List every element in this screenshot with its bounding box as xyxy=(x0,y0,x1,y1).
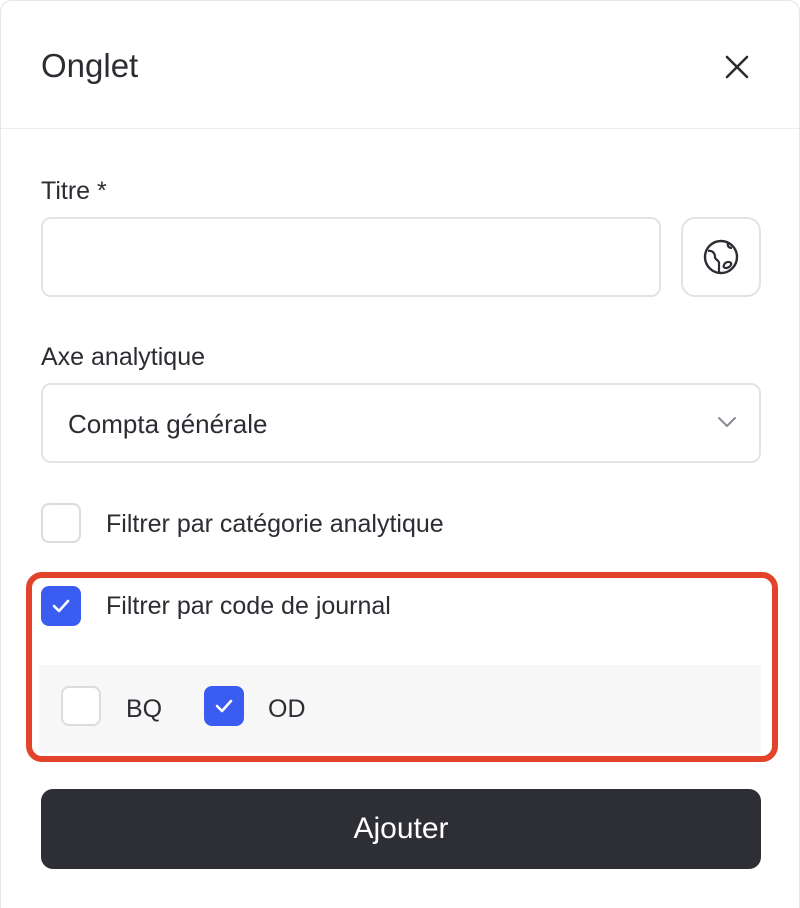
journal-code-label-bq[interactable]: BQ xyxy=(126,693,162,725)
chevron-down-icon xyxy=(718,417,736,427)
checkmark-icon xyxy=(215,699,233,713)
filter-journal-checkbox[interactable] xyxy=(41,586,81,626)
journal-code-checkbox-od[interactable] xyxy=(204,686,244,726)
close-icon xyxy=(725,55,749,79)
dialog-title: Onglet xyxy=(41,47,139,84)
journal-codes-panel: BQ OD xyxy=(39,665,761,753)
globe-icon xyxy=(703,239,739,275)
translate-button[interactable] xyxy=(681,217,761,297)
filter-category-label[interactable]: Filtrer par catégorie analytique xyxy=(106,508,444,540)
title-input[interactable] xyxy=(41,217,661,297)
tab-dialog: Onglet Titre * Axe analytique Compta gén… xyxy=(0,0,800,908)
filter-journal-label[interactable]: Filtrer par code de journal xyxy=(106,590,391,622)
journal-code-label-od[interactable]: OD xyxy=(268,693,306,725)
add-button[interactable]: Ajouter xyxy=(41,789,761,869)
axis-field-label: Axe analytique xyxy=(41,343,206,371)
close-button[interactable] xyxy=(717,47,757,87)
filter-category-checkbox[interactable] xyxy=(41,503,81,543)
analytic-axis-value: Compta générale xyxy=(68,409,268,439)
analytic-axis-select[interactable]: Compta générale xyxy=(41,383,761,463)
title-field-label: Titre * xyxy=(41,177,107,205)
checkmark-icon xyxy=(52,599,70,613)
dialog-header: Onglet xyxy=(1,1,799,129)
journal-code-checkbox-bq[interactable] xyxy=(61,686,101,726)
